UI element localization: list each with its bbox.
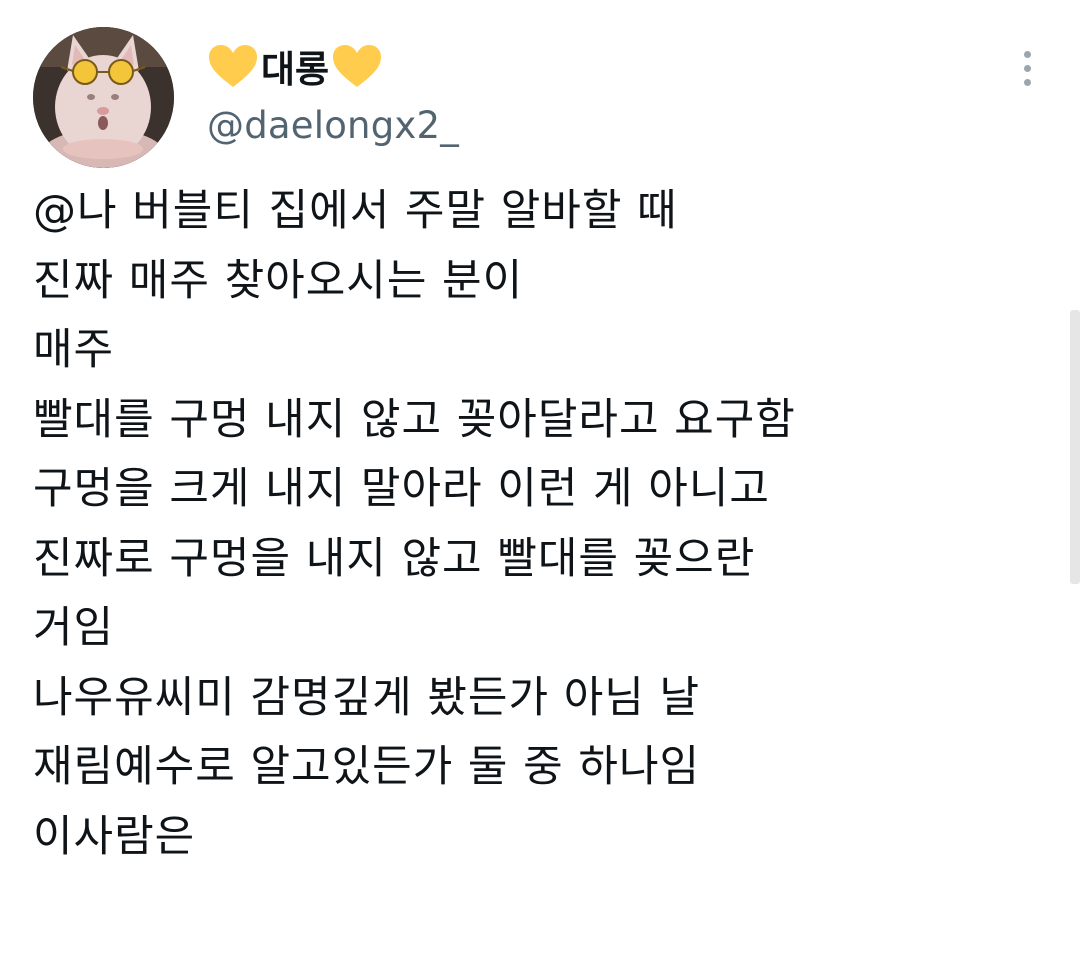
menu-dot [1023,50,1031,58]
display-name-text: 대롱 [261,48,330,91]
yellow-heart-icon [207,43,259,89]
author-display-name[interactable]: 대롱 [207,38,383,94]
avatar[interactable] [33,27,174,168]
more-vertical-icon[interactable] [1012,48,1042,88]
tweet-text: @나 버블티 집에서 주말 알바할 때 진짜 매주 찾아오시는 분이 매주 빨대… [33,177,1053,872]
author-handle[interactable]: @daelongx2_ [207,104,459,147]
tweet-line: @나 버블티 집에서 주말 알바할 때 [33,186,678,236]
menu-dot [1023,64,1031,72]
tweet: 대롱 @daelongx2_ @나 버블티 집에서 주말 알바할 때 진짜 매주… [0,0,1080,967]
tweet-line: 진짜 매주 찾아오시는 분이 [33,255,524,306]
tweet-line: 거임 [33,603,115,653]
tweet-line: 이사람은 [33,811,196,862]
avatar-cat-image [33,27,174,168]
scrollbar[interactable] [1070,310,1080,584]
menu-dot [1023,78,1031,86]
tweet-line: 나우유씨미 감명깊게 봤든가 아님 날 [33,672,701,723]
tweet-line: 구멍을 크게 내지 말아라 이런 게 아니고 [33,464,770,514]
tweet-line: 빨대를 구멍 내지 않고 꽂아달라고 요구함 [33,394,796,445]
tweet-line: 진짜로 구멍을 내지 않고 빨대를 꽂으란 [33,533,756,584]
tweet-line: 매주 [33,325,115,375]
tweet-line: 재림예수로 알고있든가 둘 중 하나임 [33,742,701,792]
yellow-heart-icon [331,43,383,89]
